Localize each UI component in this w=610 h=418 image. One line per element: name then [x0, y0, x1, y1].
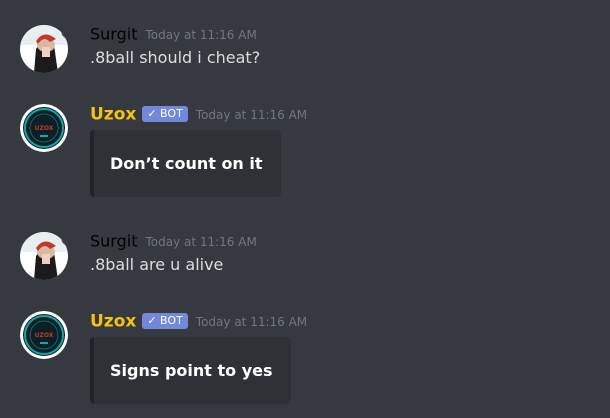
embed: Signs point to yes: [90, 337, 291, 404]
username[interactable]: Surgit: [90, 25, 137, 44]
bot-badge: ✓ BOT: [142, 312, 188, 329]
username[interactable]: Uzox: [90, 105, 136, 125]
username[interactable]: Uzox: [90, 312, 136, 332]
bot-avatar-text: UZOX: [35, 125, 54, 132]
timestamp: Today at 11:16 AM: [145, 234, 257, 249]
embed-text: Don’t count on it: [110, 154, 263, 173]
username[interactable]: Surgit: [90, 232, 137, 251]
message-header: Surgit Today at 11:16 AM: [90, 22, 257, 46]
message-header: Uzox ✓ BOT Today at 11:16 AM: [90, 102, 307, 126]
embed-text: Signs point to yes: [110, 361, 273, 380]
message-header: Surgit Today at 11:16 AM: [90, 229, 257, 253]
bot-avatar[interactable]: UZOX: [20, 104, 68, 152]
embed: Don’t count on it: [90, 130, 281, 197]
message-text: .8ball are u alive: [90, 255, 224, 274]
bot-badge: ✓ BOT: [142, 105, 188, 122]
message-header: Uzox ✓ BOT Today at 11:16 AM: [90, 309, 307, 333]
bot-avatar-text: UZOX: [35, 332, 54, 339]
timestamp: Today at 11:16 AM: [145, 27, 257, 42]
chat-messages: Surgit Today at 11:16 AM .8ball should i …: [0, 0, 610, 418]
timestamp: Today at 11:16 AM: [195, 314, 308, 329]
bot-avatar[interactable]: UZOX: [20, 311, 68, 359]
avatar[interactable]: [20, 232, 68, 280]
avatar[interactable]: [20, 25, 68, 73]
timestamp: Today at 11:16 AM: [195, 107, 308, 122]
message-text: .8ball should i cheat?: [90, 48, 261, 67]
